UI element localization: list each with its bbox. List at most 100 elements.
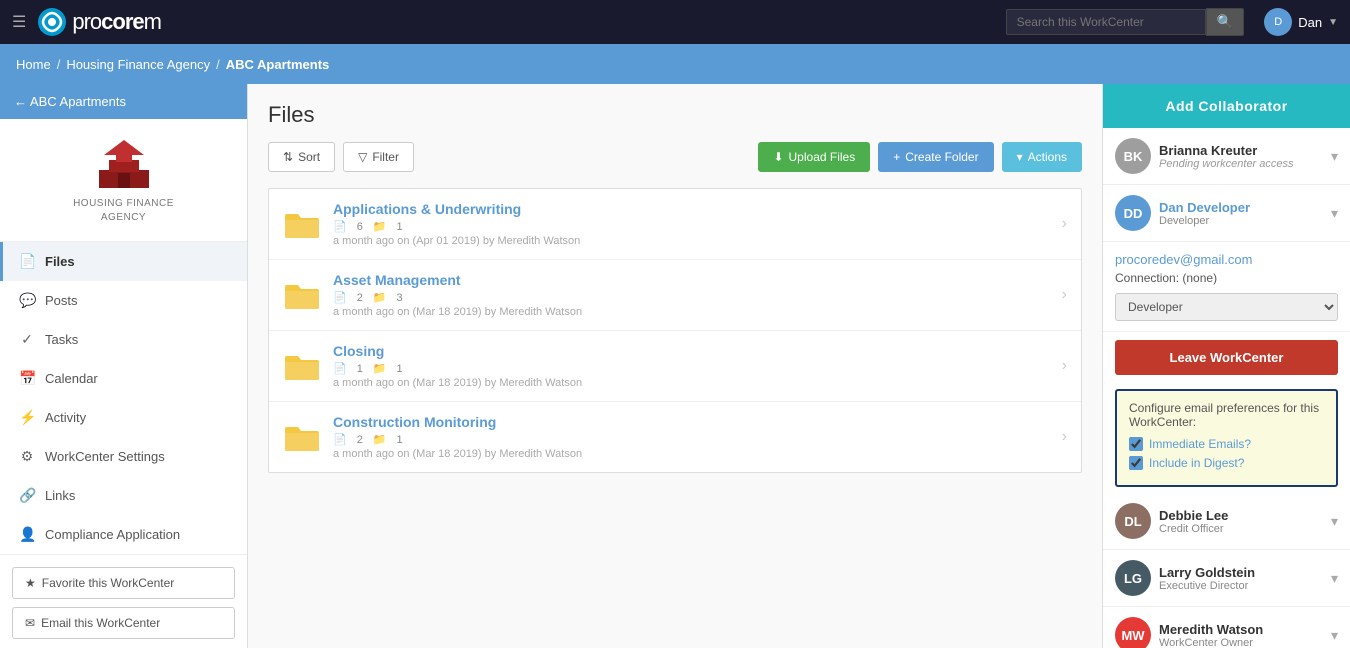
folder-timestamp-construction: a month ago on (Mar 18 2019) by Meredith… — [333, 448, 1050, 460]
actions-button[interactable]: ▾ Actions — [1002, 142, 1082, 172]
email-workcenter-button[interactable]: ✉ Email this WorkCenter — [12, 607, 235, 639]
breadcrumb-agency[interactable]: Housing Finance Agency — [66, 57, 210, 72]
user-dropdown-icon: ▼ — [1328, 17, 1338, 28]
sort-icon: ⇅ — [283, 150, 293, 164]
sidebar-nav: 📄 Files 💬 Posts ✓ Tasks 📅 Calendar ⚡ Act… — [0, 242, 247, 554]
collaborator-larry[interactable]: LG Larry Goldstein Executive Director ▾ — [1103, 550, 1350, 607]
file-count-icon-2: 📄 — [333, 291, 347, 304]
sidebar-item-tasks[interactable]: ✓ Tasks — [0, 320, 247, 359]
chevron-brianna[interactable]: ▾ — [1331, 148, 1338, 165]
breadcrumb-sep-2: / — [216, 57, 220, 72]
file-count-icon-4: 📄 — [333, 433, 347, 446]
user-avatar: D — [1264, 8, 1292, 36]
collab-role-meredith: WorkCenter Owner — [1159, 637, 1323, 648]
subfolder-count-icon: 📁 — [373, 220, 387, 233]
collab-name-dan: Dan Developer — [1159, 200, 1323, 215]
sidebar-item-files[interactable]: 📄 Files — [0, 242, 247, 281]
subfolder-count-icon-3: 📁 — [373, 362, 387, 375]
chevron-debbie[interactable]: ▾ — [1331, 513, 1338, 530]
digest-pref: Include in Digest? — [1129, 456, 1324, 470]
chevron-meredith[interactable]: ▾ — [1331, 627, 1338, 644]
top-nav: ☰ procorem 🔍 D Dan ▼ — [0, 0, 1350, 44]
create-folder-button[interactable]: + Create Folder — [878, 142, 993, 172]
content-area: Files ⇅ Sort ▽ Filter ⬇ Upload Files + C — [248, 84, 1102, 648]
folder-meta-construction: 📄 2 📁 1 — [333, 433, 1050, 446]
collab-name-meredith: Meredith Watson — [1159, 622, 1323, 637]
subfolder-count-icon-4: 📁 — [373, 433, 387, 446]
filter-button[interactable]: ▽ Filter — [343, 142, 414, 172]
sidebar-item-workcenter-settings[interactable]: ⚙ WorkCenter Settings — [0, 437, 247, 476]
folder-name-asset: Asset Management — [333, 272, 1050, 288]
collab-name-larry: Larry Goldstein — [1159, 565, 1323, 580]
sidebar-item-label-activity: Activity — [45, 410, 86, 425]
sidebar-logo-area: HOUSING FINANCEAGENCY — [0, 119, 247, 242]
collab-info-larry: Larry Goldstein Executive Director — [1159, 565, 1323, 592]
immediate-emails-label: Immediate Emails? — [1149, 437, 1251, 451]
collaborator-dan[interactable]: DD Dan Developer Developer ▾ — [1103, 185, 1350, 242]
breadcrumb-home[interactable]: Home — [16, 57, 51, 72]
connection-label: Connection: (none) — [1115, 271, 1338, 285]
breadcrumb-sep-1: / — [57, 57, 61, 72]
collaborator-meredith[interactable]: MW Meredith Watson WorkCenter Owner ▾ — [1103, 607, 1350, 648]
leave-workcenter-button[interactable]: Leave WorkCenter — [1115, 340, 1338, 375]
folder-meta-closing: 📄 1 📁 1 — [333, 362, 1050, 375]
sort-button[interactable]: ⇅ Sort — [268, 142, 335, 172]
sidebar-item-label-compliance: Compliance Application — [45, 527, 180, 542]
files-icon: 📄 — [19, 253, 35, 270]
toolbar: ⇅ Sort ▽ Filter ⬇ Upload Files + Create … — [268, 142, 1082, 172]
collab-info-dan: Dan Developer Developer — [1159, 200, 1323, 227]
collab-info-meredith: Meredith Watson WorkCenter Owner — [1159, 622, 1323, 648]
sidebar-item-calendar[interactable]: 📅 Calendar — [0, 359, 247, 398]
folder-meta-asset: 📄 2 📁 3 — [333, 291, 1050, 304]
sidebar-item-label-tasks: Tasks — [45, 332, 78, 347]
folder-meta-applications: 📄 6 📁 1 — [333, 220, 1050, 233]
sidebar-item-compliance[interactable]: 👤 Compliance Application — [0, 515, 247, 554]
immediate-emails-pref: Immediate Emails? — [1129, 437, 1324, 451]
file-list: Applications & Underwriting 📄 6 📁 1 a mo… — [268, 188, 1082, 473]
folder-item-closing[interactable]: Closing 📄 1 📁 1 a month ago on (Mar 18 2… — [269, 331, 1081, 402]
collaborator-debbie[interactable]: DL Debbie Lee Credit Officer ▾ — [1103, 493, 1350, 550]
sidebar-back-button[interactable]: ← ABC Apartments — [0, 84, 247, 119]
user-area[interactable]: D Dan ▼ — [1264, 8, 1338, 36]
add-collaborator-button[interactable]: Add Collaborator — [1103, 84, 1350, 128]
search-button[interactable]: 🔍 — [1206, 8, 1245, 36]
sidebar-item-label-links: Links — [45, 488, 75, 503]
folder-item-applications[interactable]: Applications & Underwriting 📄 6 📁 1 a mo… — [269, 189, 1081, 260]
breadcrumb-current: ABC Apartments — [226, 57, 330, 72]
chevron-larry[interactable]: ▾ — [1331, 570, 1338, 587]
folder-name-closing: Closing — [333, 343, 1050, 359]
collab-name-debbie: Debbie Lee — [1159, 508, 1323, 523]
digest-label: Include in Digest? — [1149, 456, 1244, 470]
calendar-icon: 📅 — [19, 370, 35, 387]
folder-info-closing: Closing 📄 1 📁 1 a month ago on (Mar 18 2… — [333, 343, 1050, 389]
folder-info-construction: Construction Monitoring 📄 2 📁 1 a month … — [333, 414, 1050, 460]
role-select[interactable]: Developer Admin Read Only — [1115, 293, 1338, 321]
favorite-workcenter-button[interactable]: ★ Favorite this WorkCenter — [12, 567, 235, 599]
star-icon: ★ — [25, 576, 36, 590]
avatar-larry: LG — [1115, 560, 1151, 596]
collaborator-brianna[interactable]: BK Brianna Kreuter Pending workcenter ac… — [1103, 128, 1350, 185]
activity-icon: ⚡ — [19, 409, 35, 426]
sidebar-item-label-calendar: Calendar — [45, 371, 98, 386]
user-name: Dan — [1298, 15, 1322, 30]
chevron-dan[interactable]: ▾ — [1331, 205, 1338, 222]
digest-checkbox[interactable] — [1129, 456, 1143, 470]
posts-icon: 💬 — [19, 292, 35, 309]
email-prefs-title: Configure email preferences for this Wor… — [1129, 401, 1324, 429]
sidebar-item-activity[interactable]: ⚡ Activity — [0, 398, 247, 437]
breadcrumb-bar: Home / Housing Finance Agency / ABC Apar… — [0, 44, 1350, 84]
folder-item-construction[interactable]: Construction Monitoring 📄 2 📁 1 a month … — [269, 402, 1081, 472]
chevron-right-icon-3: › — [1062, 357, 1067, 375]
sidebar-item-links[interactable]: 🔗 Links — [0, 476, 247, 515]
folder-info-applications: Applications & Underwriting 📄 6 📁 1 a mo… — [333, 201, 1050, 247]
folder-item-asset[interactable]: Asset Management 📄 2 📁 3 a month ago on … — [269, 260, 1081, 331]
sidebar-item-posts[interactable]: 💬 Posts — [0, 281, 247, 320]
upload-files-button[interactable]: ⬇ Upload Files — [758, 142, 870, 172]
dan-email[interactable]: procoredev@gmail.com — [1115, 252, 1338, 267]
folder-timestamp-applications: a month ago on (Apr 01 2019) by Meredith… — [333, 235, 1050, 247]
avatar-meredith: MW — [1115, 617, 1151, 648]
hamburger-icon[interactable]: ☰ — [12, 12, 26, 32]
search-input[interactable] — [1006, 9, 1206, 35]
sidebar-item-label-settings: WorkCenter Settings — [45, 449, 165, 464]
immediate-emails-checkbox[interactable] — [1129, 437, 1143, 451]
